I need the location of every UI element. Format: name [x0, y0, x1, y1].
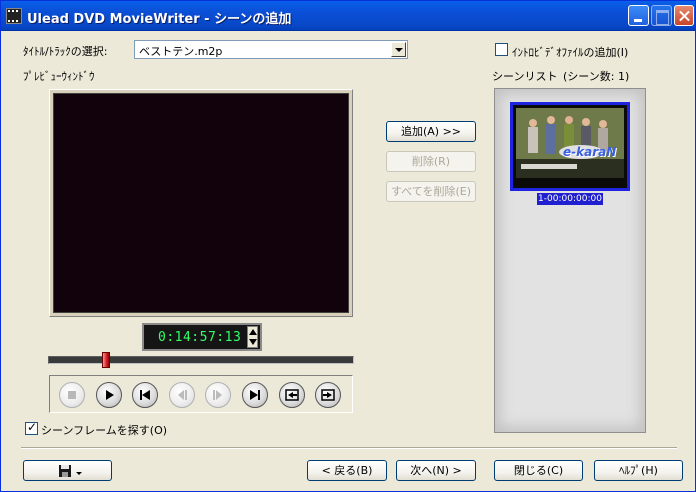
play-icon [106, 390, 114, 400]
dialog-window: Ulead DVD MovieWriter - シーンの追加 ﾀｲﾄﾙ/ﾄﾗｯｸ… [0, 0, 696, 492]
prev-frame-button[interactable] [169, 382, 195, 408]
preview-slider-track[interactable] [48, 356, 354, 364]
save-menu-button[interactable] [23, 460, 112, 481]
step-back-icon [178, 390, 187, 400]
title-select-dropdown[interactable]: ベストテン.m2p [134, 40, 408, 59]
play-button[interactable] [96, 382, 122, 408]
timecode-display[interactable]: 0:14:57:13 [142, 323, 262, 351]
scene-frame-label: シーンフレームを探す(O) [41, 424, 168, 437]
timecode-spinner[interactable] [247, 326, 258, 348]
stop-icon [68, 391, 76, 399]
close-window-button[interactable] [674, 5, 694, 26]
thumbnail-logo-text: e-karaN [563, 145, 617, 159]
next-scene-button[interactable] [242, 382, 268, 408]
prev-scene-button[interactable] [132, 382, 158, 408]
dropdown-arrow-icon [76, 472, 82, 475]
back-button[interactable]: < 戻る(B) [307, 460, 387, 481]
title-select-label: ﾀｲﾄﾙ/ﾄﾗｯｸの選択: [23, 45, 108, 58]
skip-back-icon [140, 390, 150, 400]
next-button[interactable]: 次へ(N) > [396, 460, 476, 481]
title-bar[interactable]: Ulead DVD MovieWriter - シーンの追加 [1, 1, 695, 31]
spin-down-icon[interactable] [249, 339, 257, 345]
scene-thumbnail-caption: 1-00:00:00:00 [537, 193, 603, 205]
help-button[interactable]: ﾍﾙﾌﾟ(H) [594, 460, 683, 481]
preview-screen [53, 93, 349, 313]
minimize-button[interactable] [628, 5, 649, 26]
scene-thumbnail[interactable]: e-karaN [510, 102, 630, 191]
film-strip-icon [6, 8, 22, 24]
preview-label: ﾌﾟﾚﾋﾞｭｰｳｨﾝﾄﾞｳ [23, 70, 95, 83]
floppy-disk-icon [59, 465, 71, 477]
add-scene-button[interactable]: 追加(A) >> [386, 121, 476, 142]
preview-slider-thumb[interactable] [101, 352, 110, 368]
mark-in-button[interactable] [279, 382, 305, 408]
intro-video-label: ｲﾝﾄﾛﾋﾞﾃﾞｵﾌｧｲﾙの追加(I) [512, 46, 629, 59]
next-frame-button[interactable] [205, 382, 231, 408]
scene-count: (シーン数: 1) [563, 70, 630, 83]
title-select-value: ベストテン.m2p [139, 45, 223, 58]
chevron-down-icon[interactable] [391, 42, 406, 57]
step-forward-icon [213, 390, 222, 400]
transport-controls [49, 375, 353, 413]
scene-frame-checkbox[interactable] [25, 420, 38, 435]
stop-button[interactable] [59, 382, 85, 408]
delete-all-scenes-button[interactable]: すべてを削除(E) [386, 181, 476, 202]
timecode-value: 0:14:57:13 [158, 330, 242, 345]
mark-in-icon [285, 389, 299, 401]
spin-up-icon[interactable] [249, 329, 257, 335]
skip-forward-icon [250, 390, 260, 400]
intro-video-checkbox[interactable] [495, 43, 508, 56]
delete-scene-button[interactable]: 削除(R) [386, 151, 476, 172]
mark-out-button[interactable] [315, 382, 341, 408]
maximize-button[interactable] [651, 5, 672, 26]
preview-window [49, 89, 353, 317]
mark-out-icon [321, 389, 335, 401]
scene-list-label: シーンリスト [492, 70, 558, 83]
footer-separator [21, 447, 677, 449]
window-title: Ulead DVD MovieWriter - シーンの追加 [27, 12, 292, 27]
scene-thumbnail-image: e-karaN [513, 105, 627, 188]
close-button[interactable]: 閉じる(C) [494, 460, 583, 481]
